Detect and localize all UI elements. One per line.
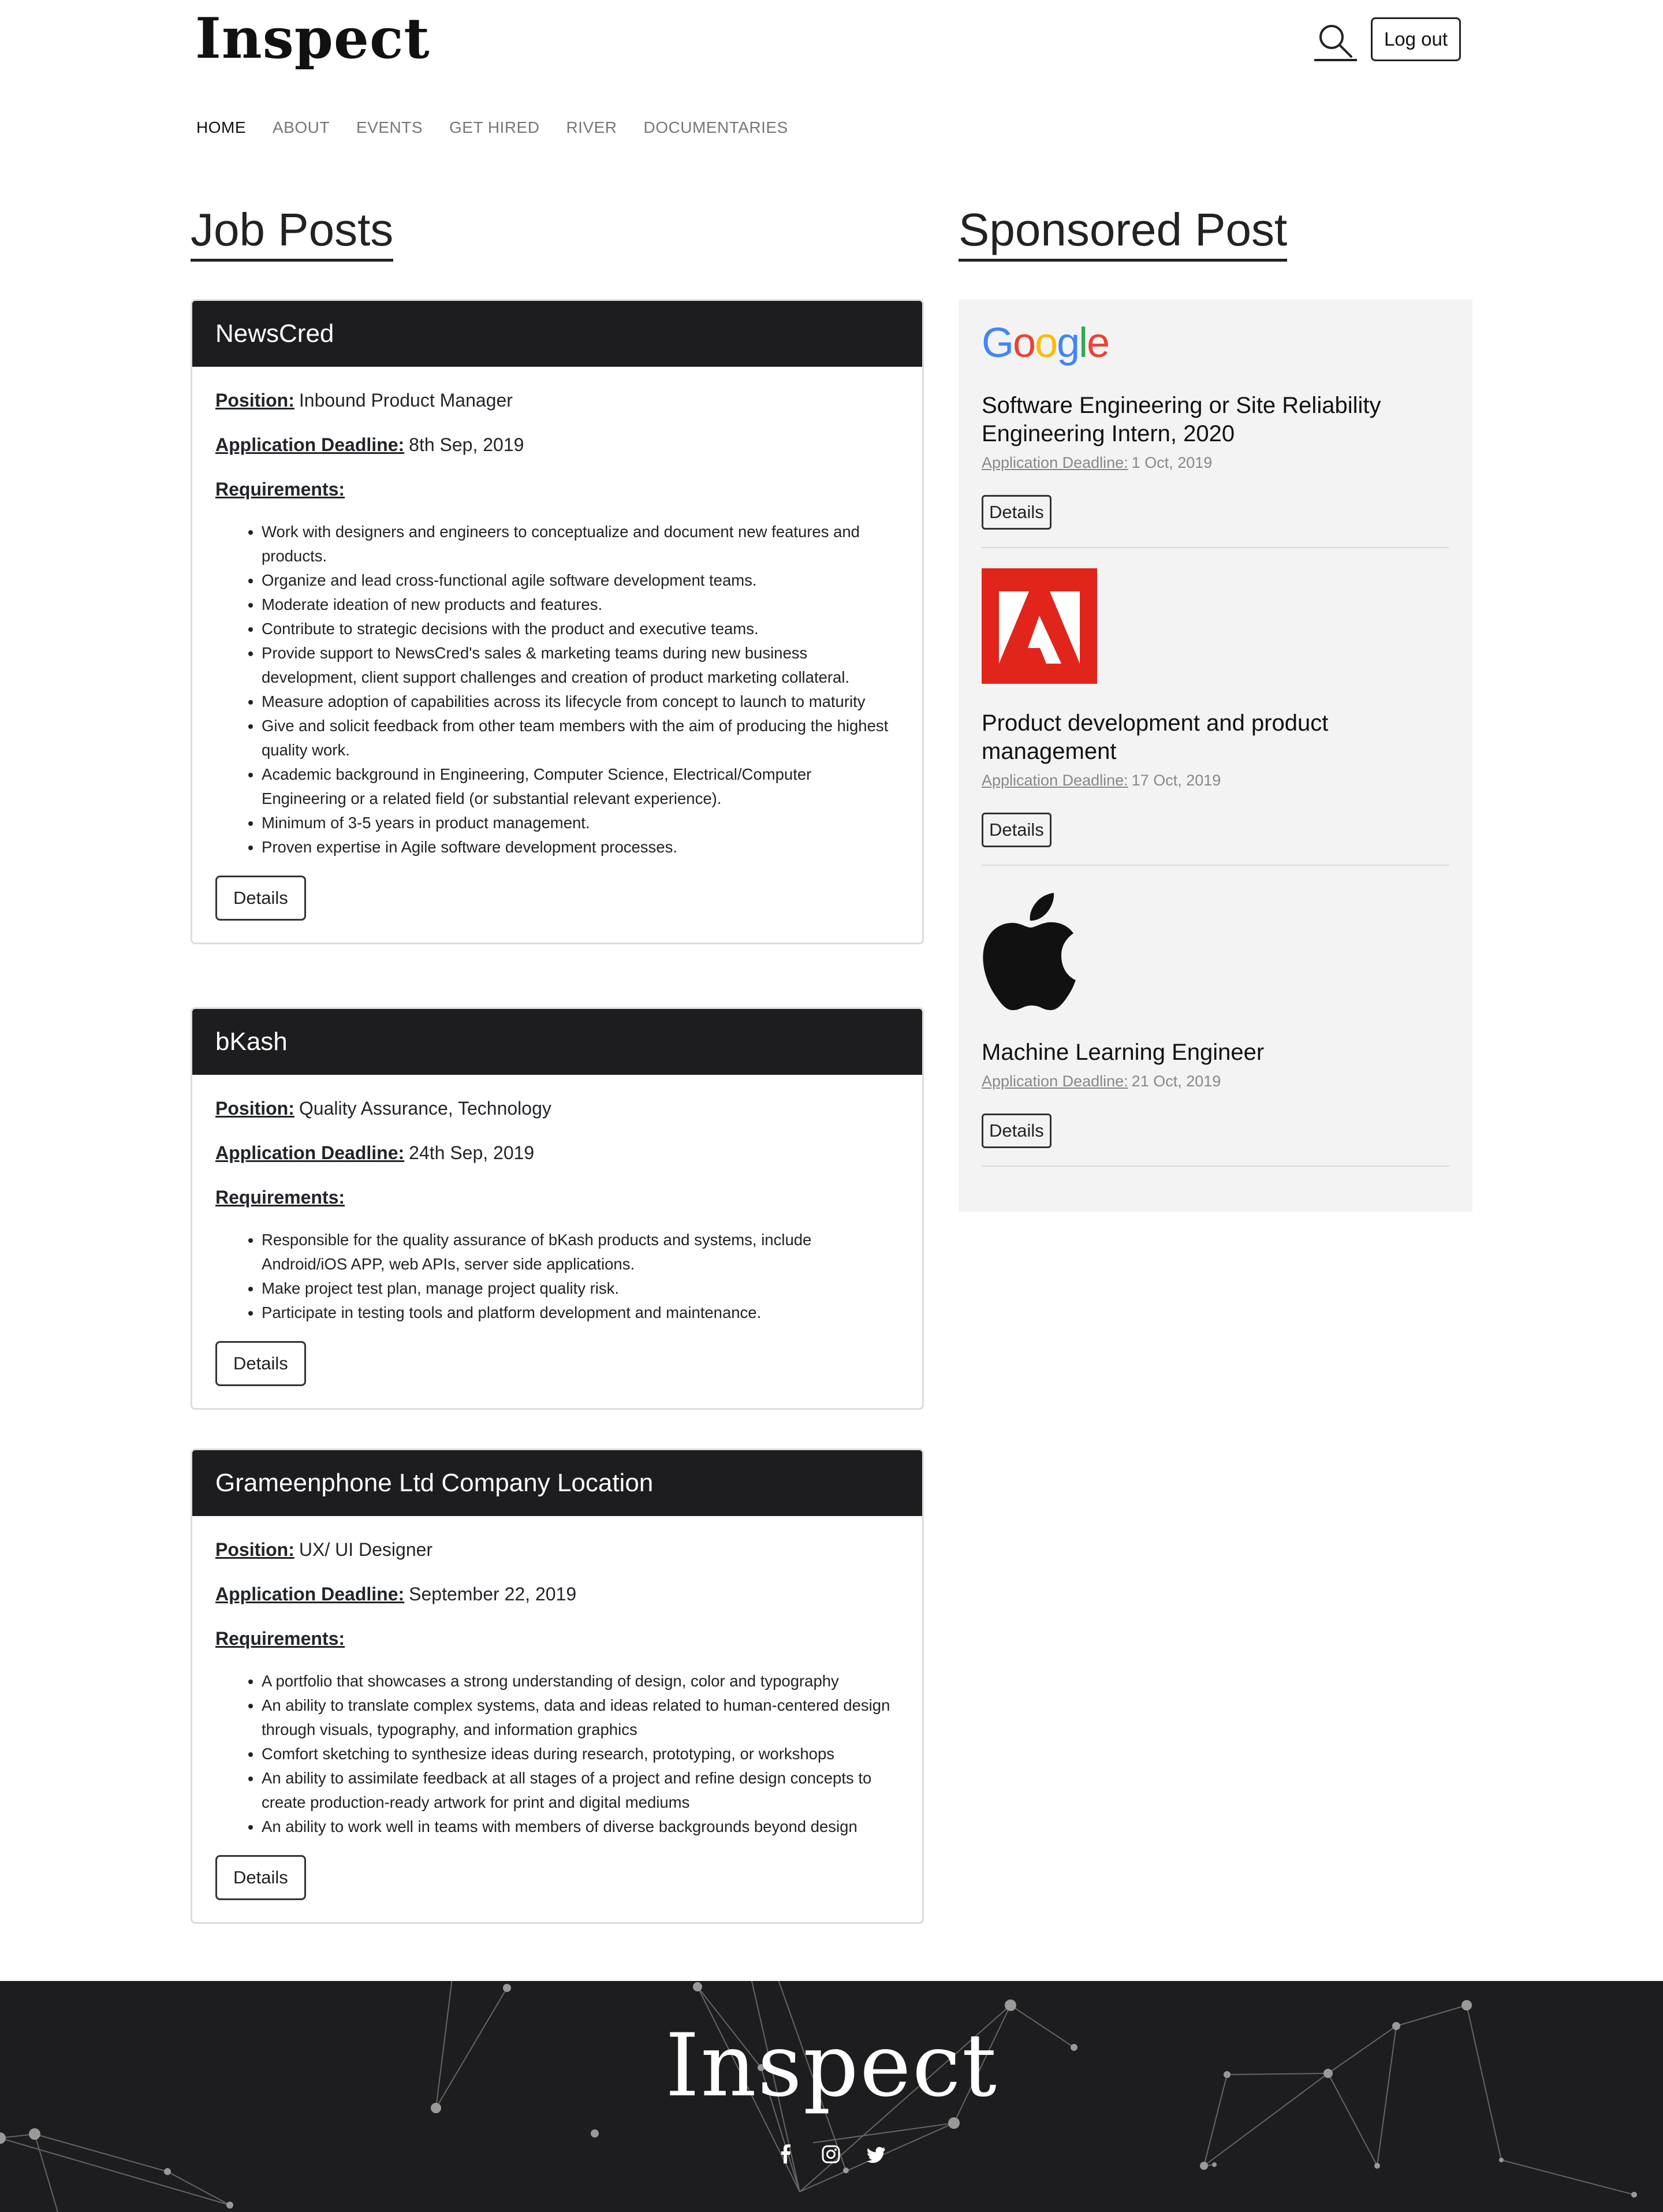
requirement-item: Give and solicit feedback from other tea… (262, 714, 899, 762)
sponsored-item: Product development and product manageme… (982, 568, 1449, 866)
job-position: Position: UX/ UI Designer (215, 1539, 433, 1560)
details-button[interactable]: Details (215, 1341, 306, 1386)
requirement-item: Responsible for the quality assurance of… (262, 1228, 899, 1276)
requirements-list: A portfolio that showcases a strong unde… (262, 1669, 899, 1839)
requirement-item: Contribute to strategic decisions with t… (262, 617, 899, 641)
job-deadline: Application Deadline: 8th Sep, 2019 (215, 434, 524, 455)
job-company: Grameenphone Ltd Company Location (192, 1450, 922, 1516)
requirement-item: Academic background in Engineering, Comp… (262, 762, 899, 811)
sponsored-item: Google Software Engineering or Site Reli… (982, 320, 1449, 548)
nav-home[interactable]: HOME (196, 118, 246, 137)
apple-logo (982, 892, 1097, 1013)
job-card: bKash Position: Quality Assurance, Techno… (191, 1007, 924, 1410)
requirements-list: Work with designers and engineers to con… (262, 520, 899, 859)
sponsored-deadline: Application Deadline: 1 Oct, 2019 (982, 454, 1213, 471)
job-deadline: Application Deadline: September 22, 2019 (215, 1584, 577, 1604)
details-button[interactable]: Details (982, 813, 1052, 847)
requirement-item: Measure adoption of capabilities across … (262, 690, 899, 714)
instagram-icon[interactable] (821, 2144, 841, 2164)
details-button[interactable]: Details (982, 495, 1052, 530)
sponsored-panel: Google Software Engineering or Site Reli… (959, 299, 1472, 1212)
requirements-label: Requirements: (215, 1187, 345, 1208)
site-logo[interactable]: Inspect (195, 6, 430, 71)
sponsored-deadline: Application Deadline: 17 Oct, 2019 (982, 772, 1221, 789)
footer-logo[interactable]: Inspect (0, 2016, 1663, 2116)
logout-button[interactable]: Log out (1371, 17, 1461, 61)
requirement-item: Work with designers and engineers to con… (262, 520, 899, 568)
details-button[interactable]: Details (215, 876, 306, 921)
google-logo: Google (982, 320, 1110, 366)
requirement-item: An ability to work well in teams with me… (262, 1815, 899, 1839)
facebook-icon[interactable] (776, 2144, 796, 2164)
nav-river[interactable]: RIVER (566, 118, 617, 137)
requirements-label: Requirements: (215, 479, 345, 500)
job-deadline: Application Deadline: 24th Sep, 2019 (215, 1142, 535, 1163)
search-button[interactable] (1314, 20, 1357, 62)
requirement-item: Moderate ideation of new products and fe… (262, 593, 899, 617)
requirement-item: Participate in testing tools and platfor… (262, 1301, 899, 1325)
requirement-item: Make project test plan, manage project q… (262, 1276, 899, 1301)
job-card: NewsCred Position: Inbound Product Manage… (191, 299, 924, 944)
nav-documentaries[interactable]: DOCUMENTARIES (644, 118, 788, 137)
requirement-item: Provide support to NewsCred's sales & ma… (262, 641, 899, 690)
requirement-item: Minimum of 3-5 years in product manageme… (262, 811, 899, 835)
job-posts-title: Job Posts (191, 203, 394, 262)
twitter-icon[interactable] (866, 2144, 886, 2164)
requirement-item: A portfolio that showcases a strong unde… (262, 1669, 899, 1693)
requirement-item: Proven expertise in Agile software devel… (262, 835, 899, 859)
sponsored-item: Machine Learning Engineer Application De… (982, 892, 1449, 1167)
details-button[interactable]: Details (215, 1855, 306, 1900)
requirement-item: An ability to assimilate feedback at all… (262, 1766, 899, 1815)
job-company: bKash (192, 1009, 922, 1075)
nav-about[interactable]: ABOUT (273, 118, 330, 137)
nav-events[interactable]: EVENTS (356, 118, 423, 137)
footer: Inspect (0, 1981, 1663, 2212)
job-company: NewsCred (192, 301, 922, 367)
job-position: Position: Quality Assurance, Technology (215, 1098, 551, 1119)
requirement-item: Comfort sketching to synthesize ideas du… (262, 1742, 899, 1766)
nav-get-hired[interactable]: GET HIRED (449, 118, 539, 137)
job-position: Position: Inbound Product Manager (215, 390, 513, 411)
details-button[interactable]: Details (982, 1114, 1052, 1148)
sponsored-title[interactable]: Product development and product manageme… (982, 709, 1449, 766)
sponsored-deadline: Application Deadline: 21 Oct, 2019 (982, 1073, 1221, 1090)
social-links (776, 2144, 886, 2164)
requirements-label: Requirements: (215, 1628, 345, 1649)
search-underline (1314, 59, 1357, 61)
search-icon (1319, 25, 1352, 58)
sponsored-title[interactable]: Software Engineering or Site Reliability… (982, 392, 1449, 448)
adobe-logo (982, 568, 1097, 684)
main-nav: HOME ABOUT EVENTS GET HIRED RIVER DOCUME… (196, 118, 815, 137)
sponsored-post-title: Sponsored Post (959, 203, 1288, 262)
requirements-list: Responsible for the quality assurance of… (262, 1228, 899, 1325)
sponsored-title[interactable]: Machine Learning Engineer (982, 1038, 1449, 1067)
job-card: Grameenphone Ltd Company Location Positi… (191, 1448, 924, 1924)
requirement-item: An ability to translate complex systems,… (262, 1693, 899, 1742)
requirement-item: Organize and lead cross-functional agile… (262, 568, 899, 593)
